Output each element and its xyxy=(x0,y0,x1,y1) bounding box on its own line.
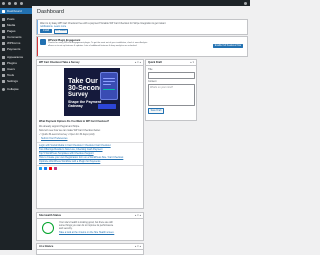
sidebar-item-dashboard[interactable]: Dashboard xyxy=(0,8,32,14)
home-icon[interactable] xyxy=(8,2,11,5)
widget-header: Quick Draft ▲▼ xyxy=(146,60,196,66)
news-link[interactable]: How to Create your own Registration form… xyxy=(39,156,123,159)
content-label: Content xyxy=(148,80,156,83)
save-draft-button[interactable]: Save Draft xyxy=(148,108,164,114)
news-link[interactable]: Top 5 WordPress Templates with Checkout … xyxy=(39,152,94,155)
sidebar-item-collapse[interactable]: Collapse xyxy=(0,86,32,92)
install-button[interactable]: Install xyxy=(40,29,52,33)
comments-icon xyxy=(2,36,5,39)
sidebar-item-label: Comments xyxy=(7,35,22,39)
payments-notice: Want to try Easy WP Cart Checkout free w… xyxy=(36,19,248,35)
youtube-icon[interactable] xyxy=(49,167,52,170)
banner-line: Survey xyxy=(68,92,88,99)
payments-icon xyxy=(2,48,5,51)
widget-title: Quick Draft xyxy=(148,61,162,64)
widget-title: At a Glance xyxy=(39,245,53,248)
notice-text: allows us to set up features & updates. … xyxy=(48,45,137,48)
sidebar-item-label: Appearance xyxy=(7,55,23,59)
content-placeholder: What's on your mind? xyxy=(150,86,173,89)
engagement-notice: WPvivid Plugin Engagement Thanks for usi… xyxy=(36,36,248,57)
engagement-plugin-icon xyxy=(40,39,46,45)
sidebar-item-label: WPForms xyxy=(7,41,20,45)
twitter-icon[interactable] xyxy=(39,167,42,170)
health-text: and security. xyxy=(59,227,72,230)
site-health-link[interactable]: Take a look at the 4 items on the Site H… xyxy=(59,231,114,234)
banner-line: Take Our xyxy=(68,78,98,85)
survey-heading: What Payment Options Do You Want in WP C… xyxy=(39,120,109,123)
dashboard-icon xyxy=(2,10,5,13)
sidebar-item-label: Users xyxy=(7,67,15,71)
news-link[interactable]: Optimize WordPress Workflow with a Plugi… xyxy=(39,160,100,163)
instagram-icon[interactable] xyxy=(54,167,57,170)
facebook-icon[interactable] xyxy=(44,167,47,170)
banner-cta-button xyxy=(98,104,116,109)
sidebar-item-label: Settings xyxy=(7,79,18,83)
widget-controls-icon[interactable]: ▲▼ xyxy=(190,61,195,64)
sidebar-item-label: Dashboard xyxy=(7,9,22,13)
widget-header: WP Cart Checkout Take a Survey ▲▼▲ xyxy=(37,60,143,66)
avatar[interactable] xyxy=(244,2,247,5)
collapse-icon xyxy=(2,88,5,91)
media-icon xyxy=(2,24,5,27)
main-content: Dashboard Want to try Easy WP Cart Check… xyxy=(32,6,250,250)
sidebar-item-settings[interactable]: Settings xyxy=(0,78,32,84)
banner-line: Gateway xyxy=(68,104,83,108)
sidebar-item-label: Plugins xyxy=(7,61,17,65)
news-link[interactable]: Two Offerings Bundle Is Now Live, Checki… xyxy=(39,148,102,151)
enable-features-button[interactable]: Enable Full Features Now xyxy=(213,44,243,48)
widget-header: At a Glance ▲▼▲ xyxy=(37,244,143,250)
page-title: Dashboard xyxy=(37,9,64,15)
posts-icon xyxy=(2,18,5,21)
sidebar-item-label: Collapse xyxy=(7,87,19,91)
survey-widget: WP Cart Checkout Take a Survey ▲▼▲ Take … xyxy=(36,59,144,209)
widget-title: WP Cart Checkout Take a Survey xyxy=(39,61,80,64)
title-label: Title xyxy=(148,68,152,71)
users-icon xyxy=(2,68,5,71)
plugins-icon xyxy=(2,62,5,65)
draft-title-input[interactable] xyxy=(148,72,195,79)
tools-icon xyxy=(2,74,5,77)
news-link[interactable]: Login with Social Media in Cart Checkout… xyxy=(39,144,111,147)
widget-controls-icon[interactable]: ▲▼▲ xyxy=(134,61,141,64)
no-thanks-button[interactable]: No, thanks xyxy=(54,29,68,34)
sidebar-item-label: Pages xyxy=(7,29,16,33)
at-a-glance-widget: At a Glance ▲▼▲ xyxy=(36,243,144,255)
notice-accent-bar xyxy=(37,37,38,56)
comments-icon[interactable] xyxy=(14,2,17,5)
settings-icon xyxy=(2,80,5,83)
survey-paragraph: ✓ Quick 30-second survey • Open for 30 d… xyxy=(39,133,94,136)
widget-header: Site Health Status ▲▼▲ xyxy=(37,213,143,219)
widget-title: Site Health Status xyxy=(39,214,61,217)
widget-controls-icon[interactable]: ▲▼▲ xyxy=(134,214,141,217)
pages-icon xyxy=(2,30,5,33)
survey-link[interactable]: Submit Your Preferences xyxy=(41,137,67,140)
sidebar-item-label: Payments xyxy=(7,47,20,51)
quick-draft-widget: Quick Draft ▲▼ Title Content What's on y… xyxy=(145,59,197,121)
wordpress-icon[interactable] xyxy=(2,2,5,5)
site-health-widget: Site Health Status ▲▼▲ Your site's healt… xyxy=(36,212,144,241)
survey-paragraph: Now let's see how we can make WP Cart Ch… xyxy=(39,129,101,132)
widget-controls-icon[interactable]: ▲▼▲ xyxy=(134,245,141,248)
sidebar-item-label: Tools xyxy=(7,73,14,77)
survey-banner-image[interactable]: Take Our 30-Second Survey Shape the Paym… xyxy=(64,68,120,116)
plus-icon[interactable] xyxy=(20,2,23,5)
banner-line: 30-Second xyxy=(68,85,103,92)
sidebar-item-payments[interactable]: Payments xyxy=(0,46,32,52)
wpforms-icon xyxy=(2,42,5,45)
draft-content-textarea[interactable]: What's on your mind? xyxy=(148,84,195,106)
notice-learn-more-link[interactable]: notifications. Learn more xyxy=(40,25,66,28)
phone-illustration xyxy=(100,72,118,100)
survey-paragraph: We already support Paypal and Stripe. xyxy=(39,125,80,128)
sidebar: Dashboard Posts Media Pages Comments WPF… xyxy=(0,6,32,250)
sidebar-item-label: Media xyxy=(7,23,15,27)
notice-accent-bar xyxy=(37,20,38,34)
health-status-icon xyxy=(42,222,54,234)
appearance-icon xyxy=(2,56,5,59)
sidebar-item-label: Posts xyxy=(7,17,15,21)
